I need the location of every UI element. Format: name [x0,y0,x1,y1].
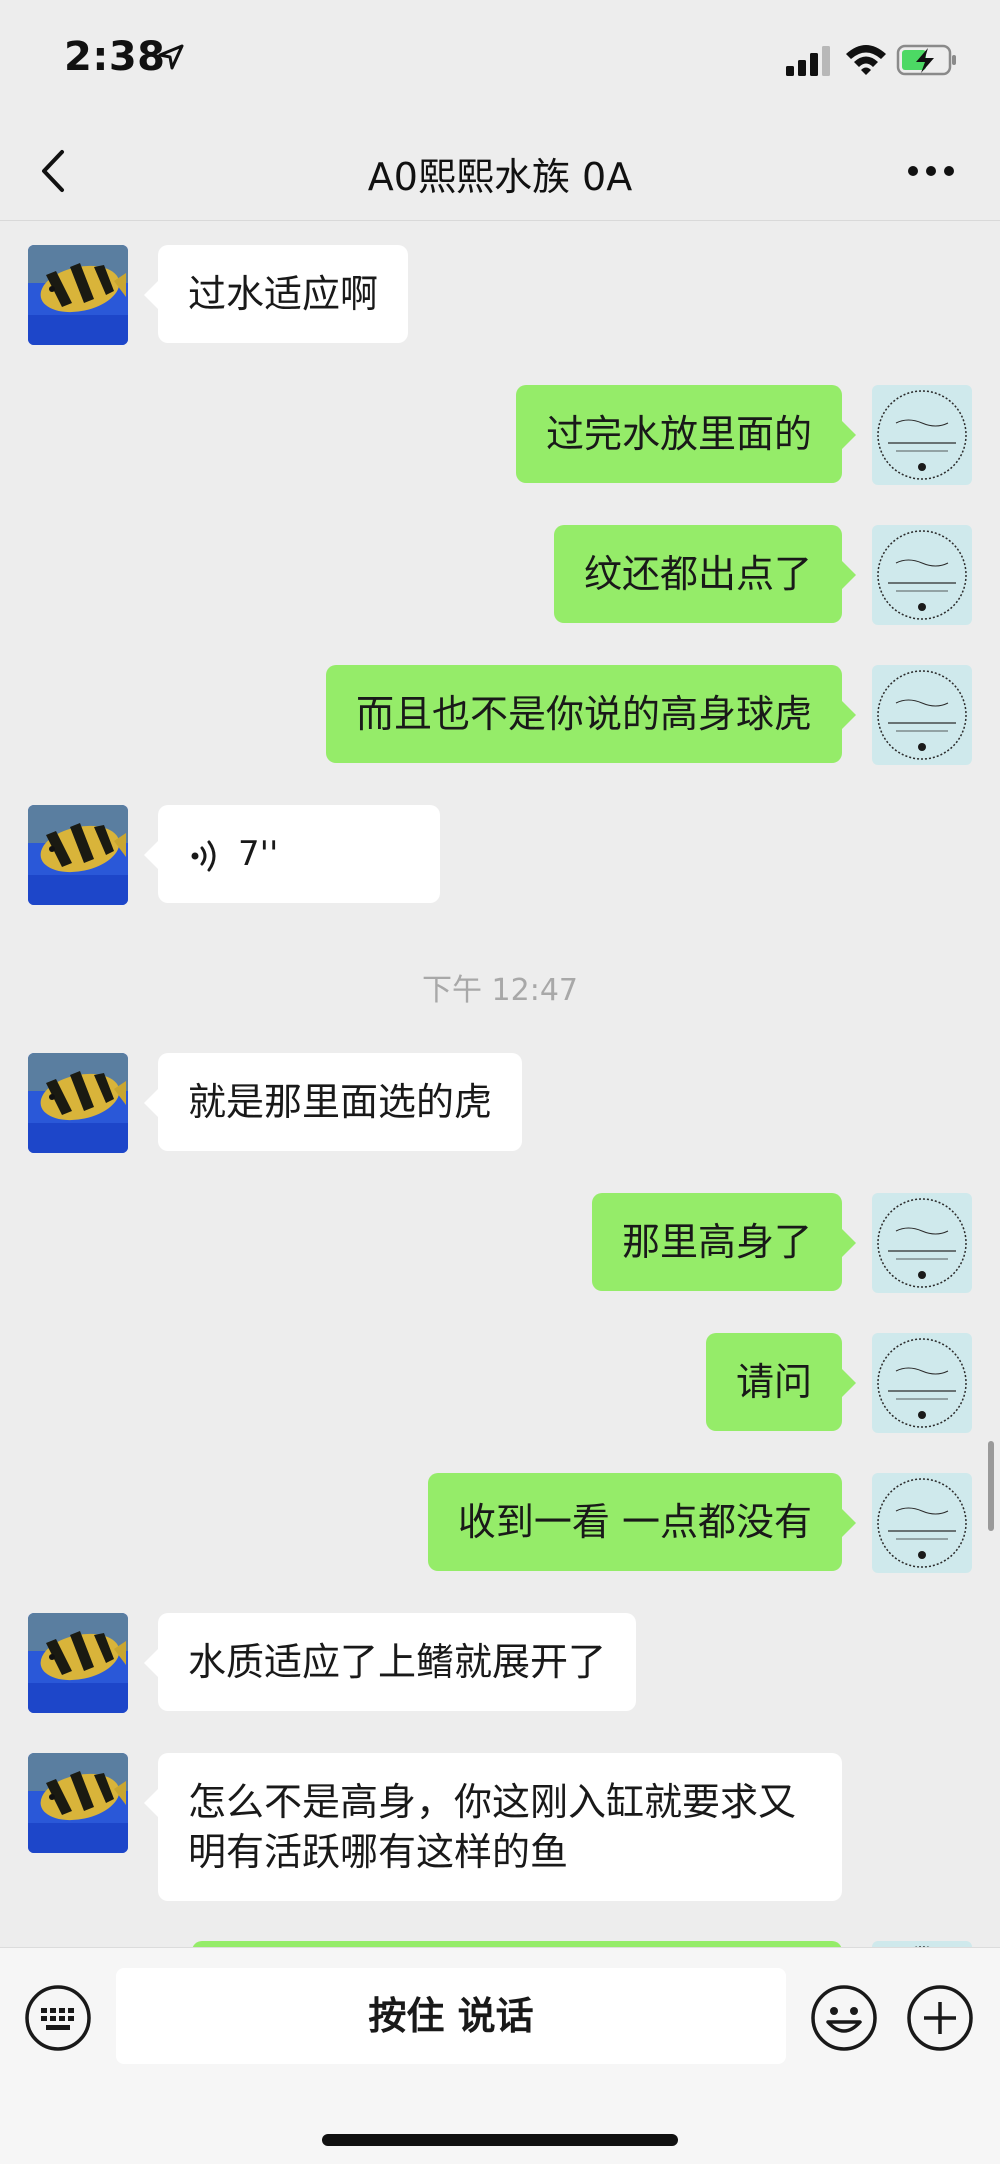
chat-screen: 2:38 A0熙熙水族 0A 过水适应啊 过完水放里面的 纹还都出点了 而且也不… [0,0,1000,2164]
input-bar: 按住 说话 [0,1947,1000,2164]
message-list[interactable]: 过水适应啊 过完水放里面的 纹还都出点了 而且也不是你说的高身球虎 7'' 下午… [0,221,1000,1947]
contact-avatar[interactable] [28,245,128,345]
received-message[interactable]: 过水适应啊 [143,245,409,343]
voice-message[interactable]: 7'' [144,805,440,903]
user-avatar[interactable] [872,1473,972,1573]
wifi-icon [846,45,886,75]
sent-message[interactable]: 而且也不是你说的高身球虎 [325,665,857,763]
user-avatar[interactable] [872,1333,972,1433]
voice-duration: 7'' [238,834,279,874]
scroll-indicator[interactable] [988,1441,994,1531]
home-indicator[interactable] [322,2134,678,2146]
user-avatar[interactable] [872,525,972,625]
contact-avatar[interactable] [28,1053,128,1153]
sent-message[interactable]: 过完水放里面的 [515,385,857,483]
sent-message[interactable]: 纹还都出点了 [553,525,857,623]
received-message[interactable]: 水质适应了上鳍就展开了 [143,1613,637,1711]
sent-message[interactable]: 请问 [705,1333,857,1431]
sent-message[interactable]: 收到一看 一点都没有 [427,1473,857,1571]
user-avatar[interactable] [872,665,972,765]
keyboard-icon[interactable] [24,1984,92,2052]
contact-avatar[interactable] [28,805,128,905]
contact-avatar[interactable] [28,1613,128,1713]
hold-to-talk-button[interactable]: 按住 说话 [116,1968,786,2064]
nav-bar: A0熙熙水族 0A [0,120,1000,221]
cellular-signal-icon [786,46,830,76]
user-avatar[interactable] [872,1193,972,1293]
contact-avatar[interactable] [28,1753,128,1853]
plus-icon[interactable] [906,1984,974,2052]
status-bar: 2:38 [0,0,1000,120]
message-timestamp: 下午 12:47 [422,973,578,1008]
chat-title: A0熙熙水族 0A [367,155,633,199]
emoji-icon[interactable] [810,1984,878,2052]
received-message[interactable]: 怎么不是高身，你这刚入缸就要求又明有活跃哪有这样的鱼 [144,1753,842,1901]
user-avatar[interactable] [872,385,972,485]
more-options-icon[interactable] [904,156,958,186]
location-arrow-icon [158,44,184,70]
received-message[interactable]: 就是那里面选的虎 [143,1053,523,1151]
sent-message[interactable]: 那里高身了 [591,1193,857,1291]
status-time: 2:38 [64,34,166,80]
voice-wave-icon [191,840,216,872]
battery-charging-icon [896,44,956,76]
